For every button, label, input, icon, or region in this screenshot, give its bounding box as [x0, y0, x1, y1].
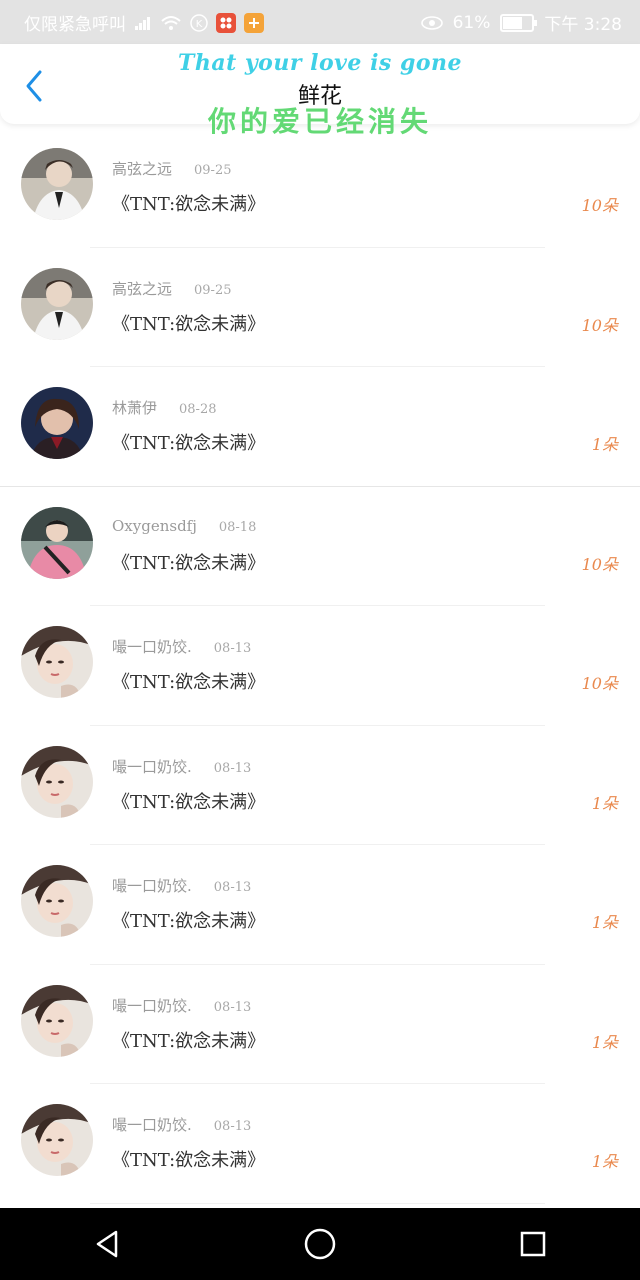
status-right: 61% 下午 3:28: [420, 10, 622, 35]
gift-list: 高弦之远 09-25 《TNT:欲念未满》 10朵 高弦之远 09-25 《TNT:欲念未满…: [0, 128, 640, 1204]
flower-count: 1朵: [591, 793, 618, 813]
list-item[interactable]: 嘬一口奶饺. 08-13 《TNT:欲念未满》 1朵: [0, 1084, 640, 1204]
song-title: 《TNT:欲念未满》: [112, 1030, 266, 1052]
song-title: 《TNT:欲念未满》: [112, 194, 266, 215]
nav-recents-button[interactable]: [503, 1214, 563, 1274]
avatar[interactable]: [21, 984, 93, 1057]
song-title: 《TNT:欲念未满》: [112, 1150, 266, 1171]
avatar[interactable]: [21, 148, 93, 220]
battery-icon: [500, 13, 538, 32]
battery-fill: [503, 16, 522, 29]
list-item[interactable]: 高弦之远 09-25 《TNT:欲念未满》 10朵: [0, 248, 640, 367]
app-badge-red-icon: [216, 12, 236, 33]
send-date: 08-13: [213, 880, 252, 895]
song-title: 《TNT:欲念未满》: [112, 791, 266, 813]
sender-meta: 高弦之远 09-25: [112, 278, 232, 299]
song-title: 《TNT:欲念未满》: [112, 433, 266, 454]
header: That your love is gone 鲜花 你的爱已经消失: [0, 44, 640, 138]
avatar[interactable]: [21, 865, 93, 937]
send-date: 08-18: [218, 519, 257, 535]
avatar[interactable]: [21, 387, 93, 459]
carrier-text: 仅限紧急呼叫: [24, 15, 126, 35]
sender-name: 高弦之远: [112, 279, 173, 298]
avatar[interactable]: [21, 1104, 93, 1176]
divider: [90, 1202, 545, 1204]
status-bar: 仅限紧急呼叫 K 61% 下午 3:28: [0, 0, 640, 44]
flower-count: 1朵: [591, 435, 618, 454]
sender-meta: 高弦之远 09-25: [112, 158, 232, 179]
send-date: 08-28: [179, 402, 217, 417]
sender-name: 高弦之远: [112, 160, 173, 178]
song-title: 《TNT:欲念未满》: [112, 672, 266, 693]
clock-time: 下午 3:28: [544, 15, 622, 35]
nav-home-button[interactable]: [290, 1214, 350, 1274]
sender-name: Oxygensdfj: [112, 516, 197, 535]
song-title: 《TNT:欲念未满》: [112, 911, 266, 932]
nav-back-button[interactable]: [77, 1214, 137, 1274]
home-circle-icon: [304, 1228, 336, 1260]
recents-square-icon: [521, 1231, 546, 1257]
svg-text:K: K: [196, 19, 203, 30]
avatar[interactable]: [21, 626, 93, 698]
send-date: 08-13: [213, 760, 252, 776]
send-date: 08-13: [213, 999, 252, 1015]
sender-name: 嘬一口奶饺.: [112, 996, 192, 1015]
title-english: That your love is gone: [177, 50, 463, 76]
k-circle-icon: K: [190, 13, 208, 32]
song-title: 《TNT:欲念未满》: [112, 552, 266, 574]
sender-name: 嘬一口奶饺.: [112, 877, 192, 895]
avatar[interactable]: [21, 267, 93, 340]
flower-count: 10朵: [581, 196, 618, 215]
sender-name: 嘬一口奶饺.: [112, 638, 192, 656]
sender-meta: 嘬一口奶饺. 08-13: [112, 875, 251, 896]
flower-count: 10朵: [581, 674, 618, 693]
status-left: 仅限紧急呼叫 K: [24, 10, 264, 35]
flower-count: 1朵: [591, 1152, 618, 1171]
send-date: 08-13: [213, 641, 252, 656]
list-item[interactable]: 高弦之远 09-25 《TNT:欲念未满》 10朵: [0, 128, 640, 248]
system-nav-bar: [0, 1208, 640, 1280]
sender-meta: 嘬一口奶饺. 08-13: [112, 636, 251, 657]
list-item[interactable]: 林萧伊 08-28 《TNT:欲念未满》 1朵: [0, 367, 640, 487]
back-triangle-icon: [96, 1230, 117, 1258]
send-date: 08-13: [213, 1119, 252, 1134]
send-date: 09-25: [194, 163, 232, 178]
battery-percent: 61%: [452, 12, 491, 33]
sender-meta: 嘬一口奶饺. 08-13: [112, 756, 251, 777]
send-date: 09-25: [194, 282, 232, 298]
avatar[interactable]: [21, 745, 93, 818]
sender-name: 嘬一口奶饺.: [112, 757, 192, 776]
sender-name: 嘬一口奶饺.: [112, 1116, 192, 1134]
flower-count: 10朵: [581, 315, 618, 335]
avatar[interactable]: [21, 506, 93, 579]
sender-meta: 林萧伊 08-28: [112, 397, 217, 418]
list-item[interactable]: 嘬一口奶饺. 08-13 《TNT:欲念未满》 1朵: [0, 726, 640, 845]
list-item[interactable]: Oxygensdfj 08-18 《TNT:欲念未满》 10朵: [0, 487, 640, 606]
sender-meta: 嘬一口奶饺. 08-13: [112, 1114, 251, 1135]
sender-meta: Oxygensdfj 08-18: [112, 517, 256, 535]
eye-icon: [420, 15, 443, 30]
signal-icon: [134, 15, 152, 31]
flower-count: 10朵: [581, 554, 618, 574]
list-item[interactable]: 嘬一口奶饺. 08-13 《TNT:欲念未满》 1朵: [0, 965, 640, 1084]
sender-meta: 嘬一口奶饺. 08-13: [112, 995, 251, 1016]
flower-count: 1朵: [591, 1032, 618, 1052]
flower-count: 1朵: [591, 913, 618, 932]
wifi-icon: [160, 15, 182, 31]
list-item[interactable]: 嘬一口奶饺. 08-13 《TNT:欲念未满》 1朵: [0, 845, 640, 965]
app-badge-orange-icon: [244, 12, 264, 33]
song-title: 《TNT:欲念未满》: [112, 313, 266, 335]
list-item[interactable]: 嘬一口奶饺. 08-13 《TNT:欲念未满》 10朵: [0, 606, 640, 726]
sender-name: 林萧伊: [112, 399, 158, 417]
